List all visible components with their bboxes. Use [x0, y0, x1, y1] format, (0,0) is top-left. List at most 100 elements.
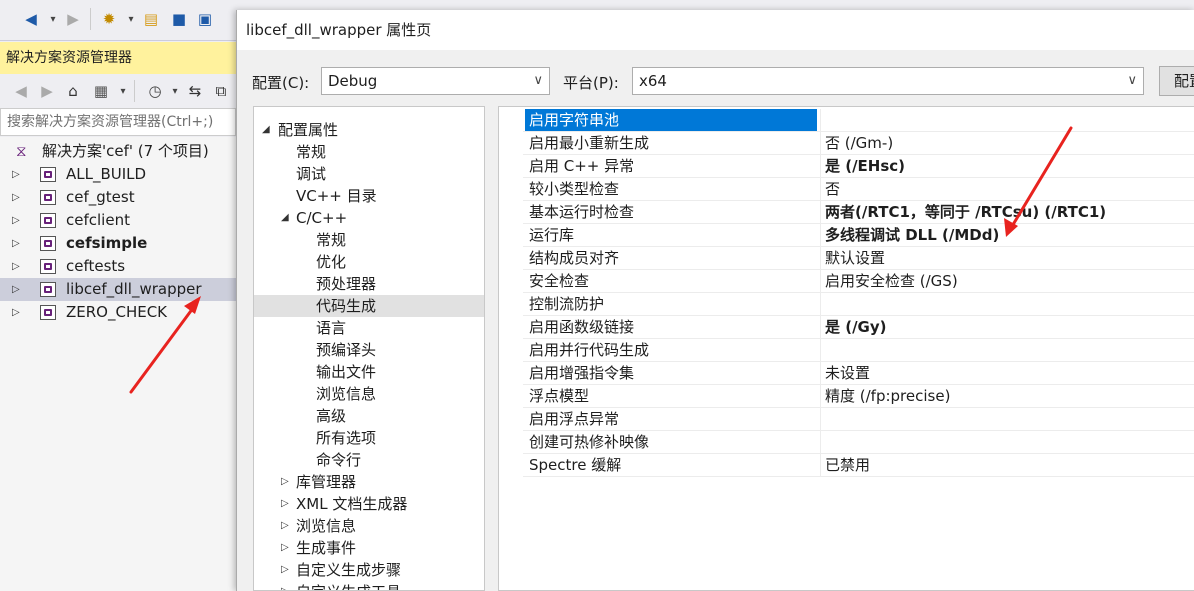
sync-icon[interactable]: ⇆: [184, 80, 206, 102]
property-row[interactable]: 浮点模型 精度 (/fp:precise): [523, 385, 1194, 408]
nav-item-advanced[interactable]: 高级: [254, 405, 484, 427]
forward-icon[interactable]: ▶: [62, 8, 84, 30]
nav-item-config-properties[interactable]: ◢ 配置属性: [254, 119, 484, 141]
project-icon: [40, 213, 56, 228]
open-folder-icon[interactable]: ▤: [140, 8, 162, 30]
nav-item-c-cpp[interactable]: ◢ C/C++: [254, 207, 484, 229]
nav-item-preprocessor[interactable]: 预处理器: [254, 273, 484, 295]
nav-item-language[interactable]: 语言: [254, 317, 484, 339]
nav-item-all-options[interactable]: 所有选项: [254, 427, 484, 449]
nav-item-output-files[interactable]: 输出文件: [254, 361, 484, 383]
main-toolbar: ◀ ▾ ▶ ✹ ▾ ▤ ■ ▣: [0, 0, 236, 41]
forward-icon[interactable]: ▶: [36, 80, 58, 102]
dialog-title: libcef_dll_wrapper 属性页: [237, 10, 1194, 50]
property-nav-tree: ◢ 配置属性 常规 调试 VC++ 目录 ◢ C/C++ 常规 优化 预处理器 …: [253, 106, 485, 591]
nav-item-custom-build-step[interactable]: ▷ 自定义生成步骤: [254, 559, 484, 581]
expand-icon[interactable]: ▷: [281, 559, 289, 581]
project-item-cef-gtest[interactable]: ▷ cef_gtest: [0, 186, 236, 209]
configuration-manager-button[interactable]: 配置管理器: [1159, 66, 1194, 96]
property-row[interactable]: 启用并行代码生成: [523, 339, 1194, 362]
nav-item-code-generation[interactable]: 代码生成: [254, 295, 484, 317]
dropdown-arrow-icon[interactable]: ▾: [42, 8, 64, 30]
nav-item-browse-information[interactable]: 浏览信息: [254, 383, 484, 405]
collapse-icon[interactable]: ◢: [262, 119, 270, 141]
expand-icon[interactable]: ▷: [12, 278, 20, 301]
project-icon: [40, 259, 56, 274]
platform-select[interactable]: x64 ∨: [632, 67, 1144, 95]
project-icon: [40, 236, 56, 251]
expand-icon[interactable]: ▷: [12, 163, 20, 186]
dropdown-arrow-icon[interactable]: ▾: [120, 8, 142, 30]
solution-explorer-title: 解决方案资源管理器: [0, 42, 236, 74]
project-item-zero-check[interactable]: ▷ ZERO_CHECK: [0, 301, 236, 324]
dropdown-arrow-icon[interactable]: ▾: [164, 80, 186, 102]
expand-icon[interactable]: ▷: [12, 209, 20, 232]
property-row-runtime-library[interactable]: 运行库 多线程调试 DLL (/MDd): [523, 224, 1194, 247]
save-icon[interactable]: ■: [168, 8, 190, 30]
project-item-cefsimple[interactable]: ▷ cefsimple: [0, 232, 236, 255]
solution-root[interactable]: ⧖ 解决方案'cef' (7 个项目): [0, 140, 236, 163]
back-icon[interactable]: ◀: [10, 80, 32, 102]
nav-item-debugging[interactable]: 调试: [254, 163, 484, 185]
project-item-ceftests[interactable]: ▷ ceftests: [0, 255, 236, 278]
nav-item-build-events[interactable]: ▷ 生成事件: [254, 537, 484, 559]
expand-icon[interactable]: ▷: [281, 537, 289, 559]
back-icon[interactable]: ◀: [20, 8, 42, 30]
chevron-down-icon: ∨: [533, 73, 543, 88]
property-pages-dialog: libcef_dll_wrapper 属性页 配置(C): Debug ∨ 平台…: [236, 10, 1194, 591]
solution-explorer-tree: ⧖ 解决方案'cef' (7 个项目) ▷ ALL_BUILD ▷ cef_gt…: [0, 137, 236, 591]
expand-icon[interactable]: ▷: [281, 471, 289, 493]
property-row[interactable]: 安全检查 启用安全检查 (/GS): [523, 270, 1194, 293]
pending-changes-icon[interactable]: ◷: [144, 80, 166, 102]
property-row[interactable]: 启用增强指令集 未设置: [523, 362, 1194, 385]
dropdown-arrow-icon[interactable]: ▾: [112, 80, 134, 102]
switch-view-icon[interactable]: ▦: [90, 80, 112, 102]
save-all-icon[interactable]: ▣: [194, 8, 216, 30]
expand-icon[interactable]: ▷: [281, 493, 289, 515]
nav-item-custom-build-tool[interactable]: ▷ 自定义生成工具: [254, 581, 484, 590]
expand-icon[interactable]: ▷: [12, 255, 20, 278]
nav-item-xml-doc-generator[interactable]: ▷ XML 文档生成器: [254, 493, 484, 515]
property-row[interactable]: 创建可热修补映像: [523, 431, 1194, 454]
nav-item-precompiled-headers[interactable]: 预编译头: [254, 339, 484, 361]
property-row[interactable]: 启用最小重新生成 否 (/Gm-): [523, 132, 1194, 155]
nav-item-vc-directories[interactable]: VC++ 目录: [254, 185, 484, 207]
property-row[interactable]: 启用浮点异常: [523, 408, 1194, 431]
property-row[interactable]: 结构成员对齐 默认设置: [523, 247, 1194, 270]
property-row[interactable]: 基本运行时检查 两者(/RTC1，等同于 /RTCsu) (/RTC1): [523, 201, 1194, 224]
project-icon: [40, 282, 56, 297]
expand-icon[interactable]: ▷: [12, 232, 20, 255]
property-row[interactable]: 较小类型检查 否: [523, 178, 1194, 201]
nav-item-optimization[interactable]: 优化: [254, 251, 484, 273]
solution-explorer-search-input[interactable]: 搜索解决方案资源管理器(Ctrl+;): [0, 108, 236, 136]
property-row[interactable]: 启用字符串池: [523, 109, 1194, 132]
home-icon[interactable]: ⌂: [62, 80, 84, 102]
chevron-down-icon: ∨: [1127, 73, 1137, 88]
nav-item-browse-info[interactable]: ▷ 浏览信息: [254, 515, 484, 537]
project-icon: [40, 190, 56, 205]
property-row[interactable]: 启用 C++ 异常 是 (/EHsc): [523, 155, 1194, 178]
project-icon: [40, 305, 56, 320]
collapse-all-icon[interactable]: ⧉: [210, 80, 232, 102]
solution-icon: ⧖: [16, 142, 27, 160]
project-item-all-build[interactable]: ▷ ALL_BUILD: [0, 163, 236, 186]
new-project-icon[interactable]: ✹: [98, 8, 120, 30]
nav-item-general[interactable]: 常规: [254, 141, 484, 163]
property-grid: 启用字符串池 启用最小重新生成 否 (/Gm-) 启用 C++ 异常 是 (/E…: [498, 106, 1194, 591]
configuration-select[interactable]: Debug ∨: [321, 67, 550, 95]
property-row[interactable]: 控制流防护: [523, 293, 1194, 316]
expand-icon[interactable]: ▷: [12, 186, 20, 209]
property-row[interactable]: Spectre 缓解 已禁用: [523, 454, 1194, 477]
collapse-icon[interactable]: ◢: [281, 207, 289, 229]
expand-icon[interactable]: ▷: [281, 515, 289, 537]
nav-item-command-line[interactable]: 命令行: [254, 449, 484, 471]
expand-icon[interactable]: ▷: [12, 301, 20, 324]
project-item-cefclient[interactable]: ▷ cefclient: [0, 209, 236, 232]
nav-item-cpp-general[interactable]: 常规: [254, 229, 484, 251]
platform-label: 平台(P):: [563, 74, 619, 92]
expand-icon[interactable]: ▷: [281, 581, 289, 590]
property-row[interactable]: 启用函数级链接 是 (/Gy): [523, 316, 1194, 339]
solution-explorer-toolbar: ◀ ▶ ⌂ ▦ ▾ ◷ ▾ ⇆ ⧉: [0, 74, 236, 108]
nav-item-librarian[interactable]: ▷ 库管理器: [254, 471, 484, 493]
project-item-libcef-dll-wrapper[interactable]: ▷ libcef_dll_wrapper: [0, 278, 236, 301]
